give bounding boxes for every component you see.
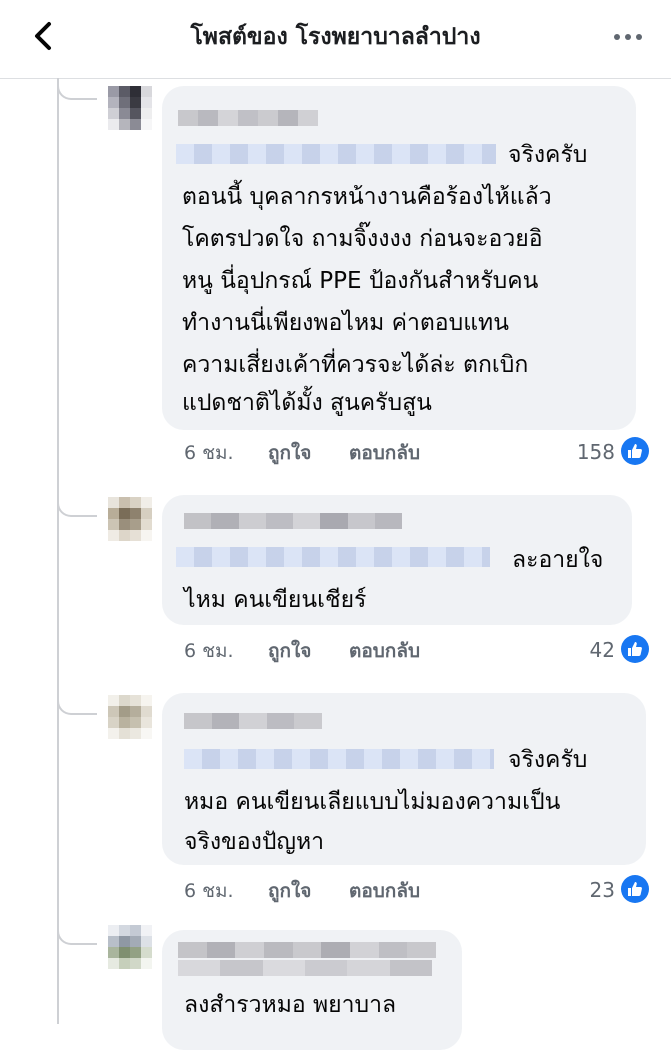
thread-connector bbox=[57, 497, 97, 517]
comment-bubble[interactable]: จริงครับ หมอ คนเขียนเลียแบบไม่มองความเป็… bbox=[162, 693, 646, 865]
thread-connector bbox=[57, 695, 97, 715]
app-header: โพสต์ของ โรงพยาบาลลำปาง bbox=[0, 0, 671, 79]
mention-link[interactable] bbox=[184, 749, 494, 769]
author-name[interactable] bbox=[184, 513, 402, 529]
comment-text: จริงของปัญหา bbox=[184, 829, 325, 855]
more-horizontal-icon bbox=[614, 34, 620, 40]
mention-link[interactable] bbox=[176, 144, 496, 164]
comment-time: 6 ชม. bbox=[184, 880, 234, 902]
like-button[interactable]: ถูกใจ bbox=[268, 876, 311, 906]
author-name-line bbox=[178, 960, 432, 976]
thread-connector bbox=[57, 80, 97, 100]
comment-text: ละอายใจ bbox=[512, 547, 604, 573]
avatar[interactable] bbox=[108, 925, 152, 969]
comment-bubble[interactable]: ละอายใจ ไหม คนเขียนเชียร์ bbox=[162, 495, 632, 625]
thumbs-up-icon[interactable] bbox=[621, 437, 649, 465]
comment-text: ทำงานนี่เพียงพอไหม ค่าตอบแทน bbox=[182, 310, 509, 336]
comment-text: ความเสี่ยงเค้าที่ควรจะได้ล่ะ ตกเบิก bbox=[182, 352, 529, 378]
like-count[interactable]: 23 bbox=[560, 875, 615, 905]
author-name[interactable] bbox=[178, 110, 318, 126]
comment-text: แปดชาติได้มั้ง สูนครับสูน bbox=[182, 390, 432, 416]
comment-bubble[interactable]: ลงสำรวหมอ พยาบาล bbox=[162, 930, 462, 1050]
comment-text: จริงครับ bbox=[508, 747, 588, 773]
like-count[interactable]: 42 bbox=[560, 635, 615, 665]
comment-text: หนู นี่อุปกรณ์ PPE ป้องกันสำหรับคน bbox=[182, 268, 539, 294]
comment-text: หมอ คนเขียนเลียแบบไม่มองความเป็น bbox=[184, 789, 561, 815]
thumbs-up-icon[interactable] bbox=[621, 875, 649, 903]
comment-text: ตอนนี้ บุคลากรหน้างานคือร้องไห้แล้ว bbox=[182, 184, 552, 210]
comment-text: จริงครับ bbox=[508, 142, 588, 168]
mention-link[interactable] bbox=[176, 547, 490, 567]
comment-text: ลงสำรวหมอ พยาบาล bbox=[184, 992, 397, 1018]
reply-button[interactable]: ตอบกลับ bbox=[349, 876, 420, 906]
author-name[interactable] bbox=[184, 713, 322, 729]
comment-text: โคตรปวดใจ ถามจิ๊งงงง ก่อนจะอวยอิ bbox=[182, 226, 543, 252]
comment-time: 6 ชม. bbox=[184, 442, 234, 464]
reply-button[interactable]: ตอบกลับ bbox=[349, 438, 420, 468]
avatar[interactable] bbox=[108, 695, 152, 739]
back-button[interactable] bbox=[26, 19, 60, 53]
avatar[interactable] bbox=[108, 86, 152, 130]
like-button[interactable]: ถูกใจ bbox=[268, 438, 311, 468]
comment-bubble[interactable]: จริงครับ ตอนนี้ บุคลากรหน้างานคือร้องไห้… bbox=[162, 86, 636, 430]
like-button[interactable]: ถูกใจ bbox=[268, 636, 311, 666]
author-name[interactable] bbox=[178, 942, 437, 958]
like-count[interactable]: 158 bbox=[560, 437, 615, 467]
more-options-button[interactable] bbox=[608, 22, 648, 52]
comment-text: ไหม คนเขียนเชียร์ bbox=[184, 587, 367, 613]
thread-line bbox=[57, 78, 59, 1024]
avatar[interactable] bbox=[108, 497, 152, 541]
thread-connector bbox=[57, 925, 97, 945]
comment-time: 6 ชม. bbox=[184, 640, 234, 662]
page-title: โพสต์ของ โรงพยาบาลลำปาง bbox=[190, 24, 481, 50]
reply-button[interactable]: ตอบกลับ bbox=[349, 636, 420, 666]
chevron-left-icon bbox=[35, 22, 51, 50]
thumbs-up-icon[interactable] bbox=[621, 635, 649, 663]
